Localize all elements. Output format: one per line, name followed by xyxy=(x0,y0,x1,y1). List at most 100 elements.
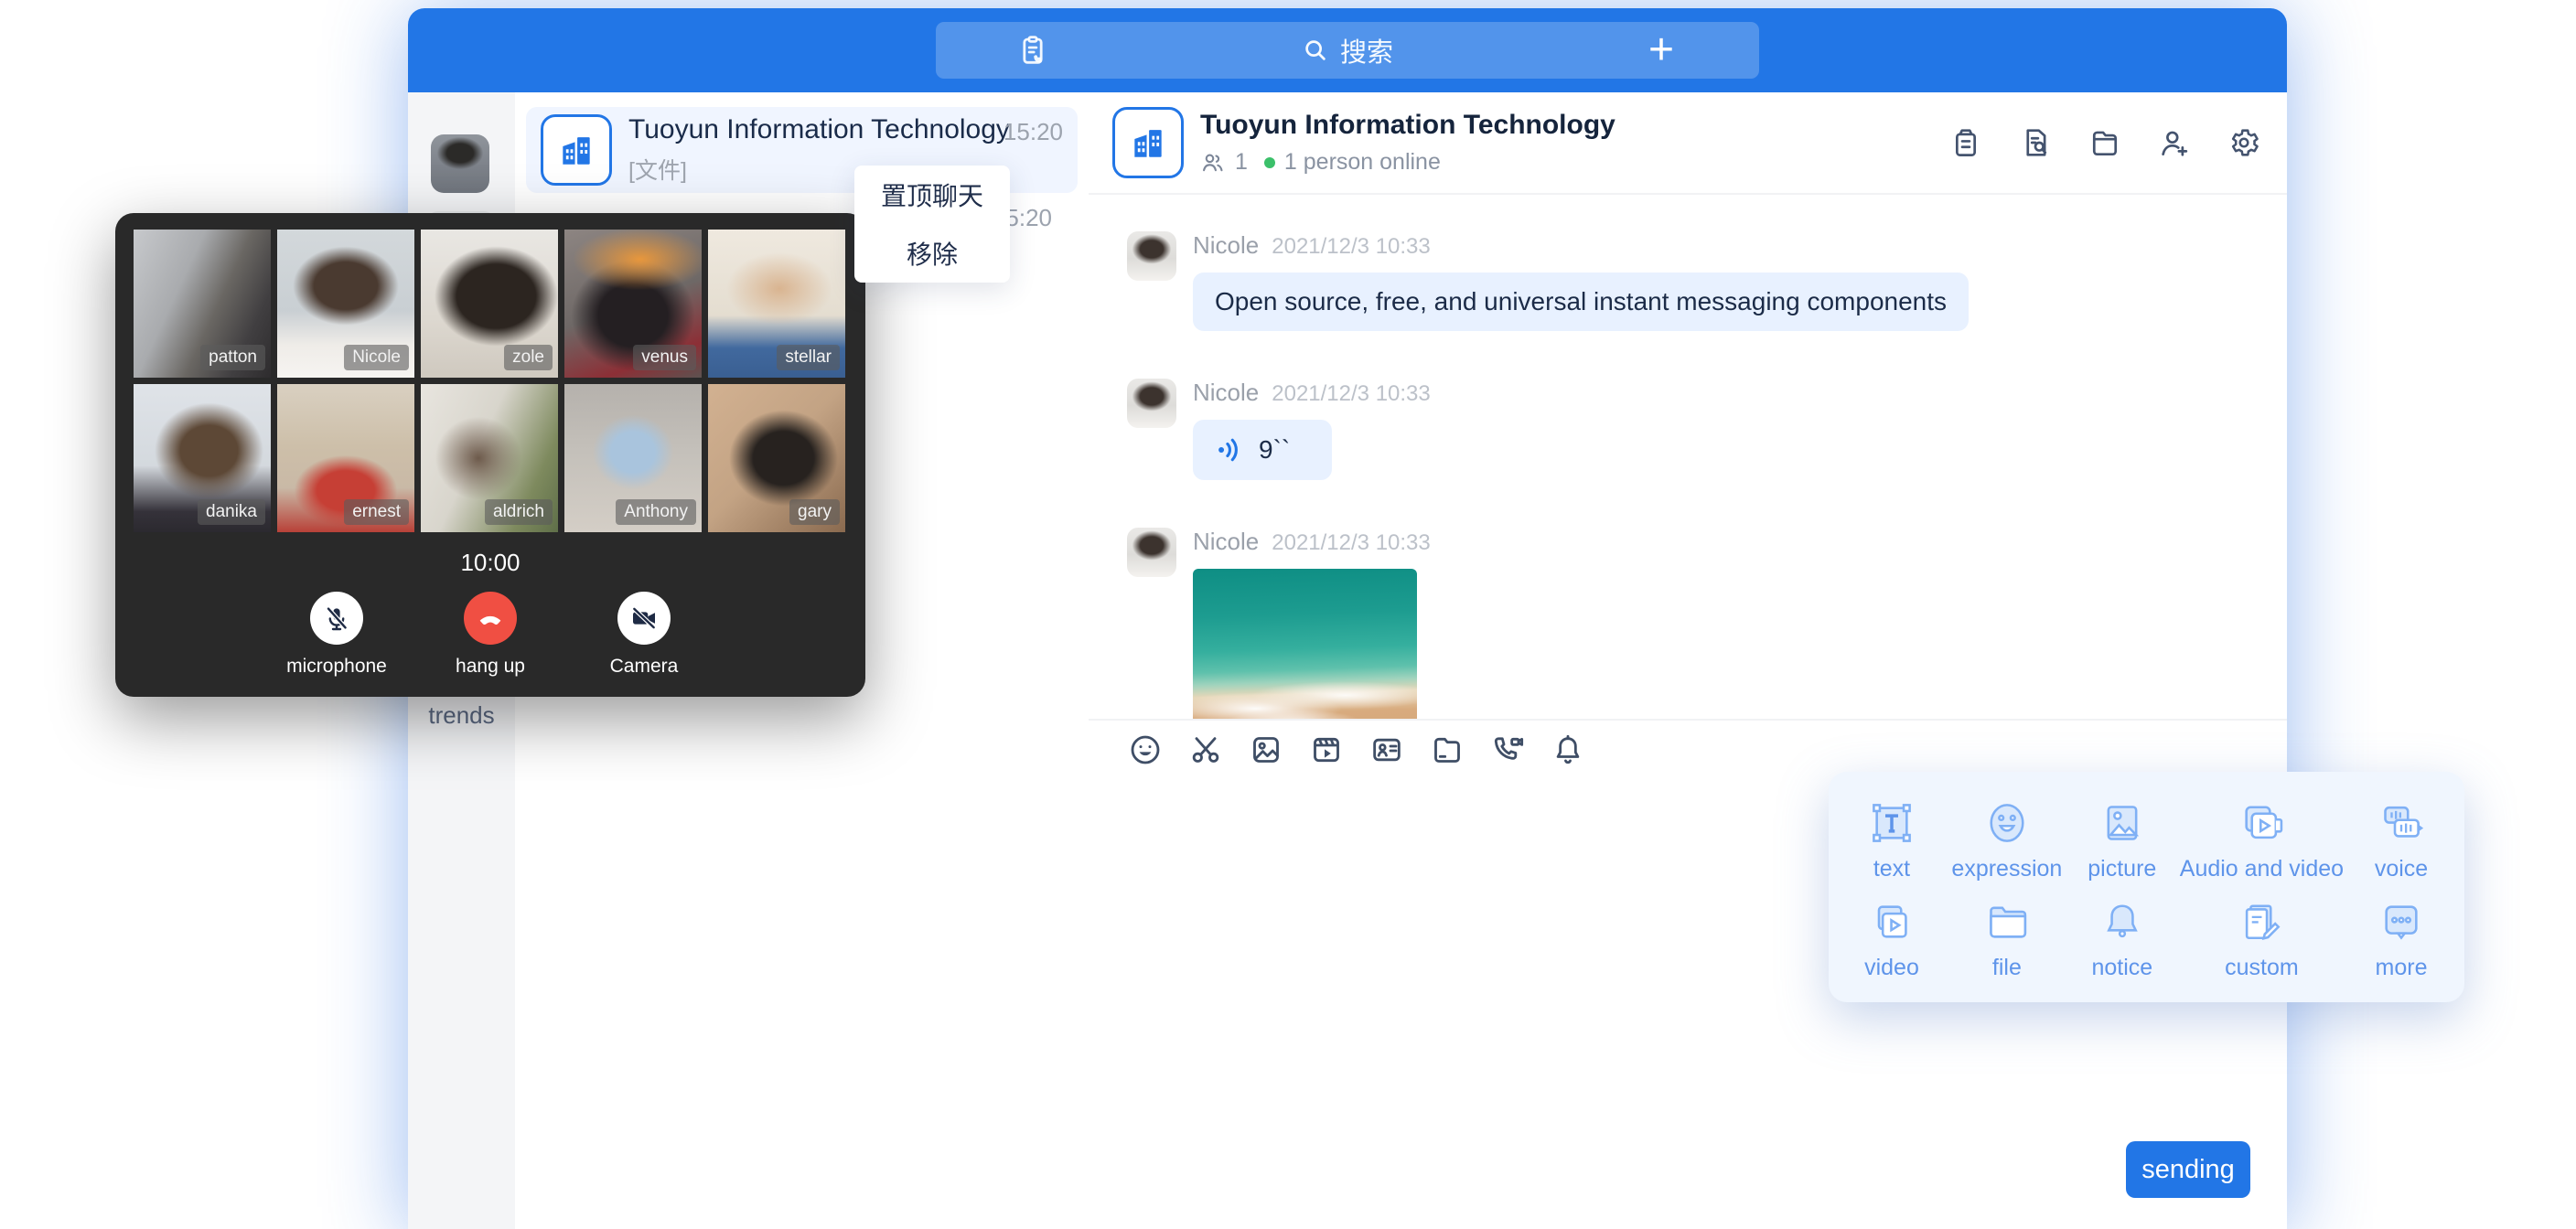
panel-item-more[interactable]: more xyxy=(2344,889,2459,988)
building-icon xyxy=(1128,123,1168,163)
sender-name: Nicole xyxy=(1193,231,1259,260)
message-voice: Nicole 2021/12/3 10:33 9`` xyxy=(1127,379,2249,480)
participant-video: gary xyxy=(708,384,845,532)
participant-name: zole xyxy=(504,345,553,370)
conversation-context-menu: 置顶聊天 移除 xyxy=(854,166,1010,283)
hang-up-label: hang up xyxy=(456,656,525,678)
sender-avatar[interactable] xyxy=(1127,528,1176,577)
folder-icon[interactable] xyxy=(1429,732,1465,768)
panel-label: Audio and video xyxy=(2180,856,2344,882)
call-log-icon[interactable] xyxy=(1014,32,1051,73)
emoji-icon[interactable] xyxy=(1127,732,1164,768)
panel-label: notice xyxy=(2091,955,2152,981)
group-avatar xyxy=(1112,107,1184,178)
add-button[interactable]: + xyxy=(1620,22,1702,79)
panel-label: picture xyxy=(2088,856,2156,882)
panel-label: file xyxy=(1992,955,2022,981)
video-call-overlay: patton Nicole zole venus stellar danika … xyxy=(115,213,865,697)
panel-item-expression[interactable]: expression xyxy=(1949,790,2065,889)
panel-label: voice xyxy=(2375,856,2428,882)
vote-icon[interactable] xyxy=(1947,123,1985,162)
panel-item-picture[interactable]: picture xyxy=(2065,790,2180,889)
text-bubble: Open source, free, and universal instant… xyxy=(1193,273,1969,331)
search-field[interactable]: 搜索 xyxy=(1302,31,1393,69)
participant-name: patton xyxy=(200,345,265,370)
message-type-panel: text expression picture xyxy=(1829,772,2464,1002)
member-count: 1 xyxy=(1235,149,1248,176)
menu-item-pin-chat[interactable]: 置顶聊天 xyxy=(854,166,1010,224)
sender-name: Nicole xyxy=(1193,379,1259,407)
voice-bubble[interactable]: 9`` xyxy=(1193,420,1332,480)
sender-avatar[interactable] xyxy=(1127,231,1176,281)
add-member-icon[interactable] xyxy=(2155,123,2194,162)
message-time: 2021/12/3 10:33 xyxy=(1272,381,1431,407)
search-icon xyxy=(1302,37,1329,64)
panel-item-video[interactable]: video xyxy=(1834,889,1949,988)
panel-item-text[interactable]: text xyxy=(1834,790,1949,889)
image-attachment[interactable] xyxy=(1193,569,1417,719)
expression-icon xyxy=(1981,797,2033,849)
participant-video: venus xyxy=(564,230,702,378)
chat-header: Tuoyun Information Technology 1 1 person… xyxy=(1089,92,2287,195)
picture-icon[interactable] xyxy=(1248,732,1284,768)
hang-up-icon xyxy=(475,603,506,634)
camera-label: Camera xyxy=(610,656,679,678)
voice-duration: 9`` xyxy=(1259,435,1290,465)
message-time: 2021/12/3 10:33 xyxy=(1272,530,1431,556)
panel-label: text xyxy=(1873,856,1910,882)
panel-label: more xyxy=(2376,955,2428,981)
message-text: Nicole 2021/12/3 10:33 Open source, free… xyxy=(1127,231,2249,331)
panel-label: custom xyxy=(2225,955,2299,981)
video-icon[interactable] xyxy=(1308,732,1345,768)
participant-name: aldrich xyxy=(485,499,553,525)
screenshot-scissors-icon[interactable] xyxy=(1187,732,1224,768)
participant-name: ernest xyxy=(344,499,409,525)
panel-label: video xyxy=(1864,955,1919,981)
panel-item-audio-video[interactable]: Audio and video xyxy=(2180,790,2344,889)
contact-card-icon[interactable] xyxy=(1368,732,1405,768)
message-list: Nicole 2021/12/3 10:33 Open source, free… xyxy=(1089,195,2287,719)
camera-button[interactable]: Camera xyxy=(594,592,694,678)
notice-bell-icon xyxy=(2097,896,2148,947)
participant-video: ernest xyxy=(277,384,414,532)
building-icon xyxy=(556,130,596,170)
camera-off-icon xyxy=(629,604,659,633)
conversation-time: 15:20 xyxy=(1004,118,1063,146)
notification-bell-icon[interactable] xyxy=(1550,732,1586,768)
participant-video: zole xyxy=(421,230,558,378)
panel-item-notice[interactable]: notice xyxy=(2065,889,2180,988)
panel-item-file[interactable]: file xyxy=(1949,889,2065,988)
microphone-label: microphone xyxy=(286,656,387,678)
online-dot xyxy=(1264,157,1275,168)
input-toolbar xyxy=(1089,719,2287,779)
custom-icon xyxy=(2236,896,2287,947)
search-bar[interactable]: 搜索 + xyxy=(936,22,1759,79)
file-icon[interactable] xyxy=(2086,123,2124,162)
sender-avatar[interactable] xyxy=(1127,379,1176,428)
conversation-title: Tuoyun Information Technology xyxy=(628,114,1004,145)
participant-name: venus xyxy=(633,345,696,370)
participant-name: stellar xyxy=(777,345,840,370)
send-button[interactable]: sending xyxy=(2126,1141,2250,1198)
call-timer: 10:00 xyxy=(115,549,865,577)
panel-item-voice[interactable]: voice xyxy=(2344,790,2459,889)
message-image: Nicole 2021/12/3 10:33 xyxy=(1127,528,2249,719)
mic-off-icon xyxy=(322,604,351,633)
trends-label: trends xyxy=(408,701,515,730)
chat-record-search-icon[interactable] xyxy=(2016,123,2055,162)
panel-item-custom[interactable]: custom xyxy=(2180,889,2344,988)
online-status: 1 person online xyxy=(1284,149,1441,176)
chat-title: Tuoyun Information Technology xyxy=(1200,110,1615,141)
file-folder-icon xyxy=(1981,896,2033,947)
menu-item-remove[interactable]: 移除 xyxy=(854,224,1010,283)
video-call-icon[interactable] xyxy=(1489,732,1526,768)
user-avatar[interactable] xyxy=(431,134,489,193)
microphone-button[interactable]: microphone xyxy=(286,592,387,678)
participant-video: stellar xyxy=(708,230,845,378)
hang-up-button[interactable]: hang up xyxy=(440,592,541,678)
participant-name: Anthony xyxy=(616,499,696,525)
top-bar: 搜索 + xyxy=(408,8,2287,92)
settings-gear-icon[interactable] xyxy=(2225,123,2263,162)
audio-video-icon xyxy=(2236,797,2287,849)
voice-wave-icon xyxy=(1215,434,1246,465)
